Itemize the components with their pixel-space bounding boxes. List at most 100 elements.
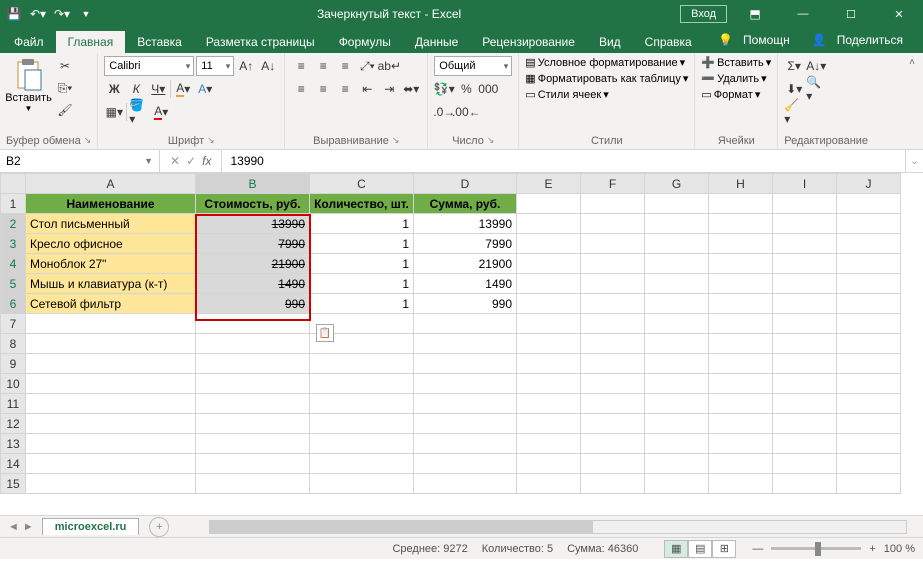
cell[interactable]: 7990 (196, 234, 310, 254)
cell[interactable] (26, 474, 196, 494)
cell[interactable] (709, 234, 773, 254)
insert-cells-button[interactable]: ➕ Вставить▾ (701, 56, 771, 69)
cell[interactable] (581, 394, 645, 414)
formula-input[interactable]: 13990 (222, 150, 905, 172)
cell[interactable] (773, 434, 837, 454)
cell[interactable] (645, 294, 709, 314)
close-button[interactable]: ✕ (879, 0, 919, 28)
cell[interactable]: 21900 (196, 254, 310, 274)
cell[interactable] (837, 274, 901, 294)
row-header[interactable]: 13 (1, 434, 26, 454)
percent-button[interactable]: % (456, 79, 476, 99)
borders-button[interactable]: ▦▾ (104, 102, 124, 122)
cell[interactable] (645, 374, 709, 394)
row-header[interactable]: 5 (1, 274, 26, 294)
decrease-font-button[interactable]: A↓ (258, 56, 278, 76)
spreadsheet-grid[interactable]: ABCDEFGHIJ1НаименованиеСтоимость, руб.Ко… (0, 173, 923, 515)
clear-button[interactable]: 🧹▾ (784, 102, 804, 122)
cell[interactable] (773, 234, 837, 254)
cell[interactable] (517, 234, 581, 254)
cell[interactable] (196, 414, 310, 434)
underline-button[interactable]: Ч▾ (148, 79, 168, 99)
tab-formulas[interactable]: Формулы (327, 31, 403, 53)
cell[interactable] (773, 194, 837, 214)
cell[interactable] (773, 394, 837, 414)
tab-layout[interactable]: Разметка страницы (194, 31, 327, 53)
cell[interactable] (645, 354, 709, 374)
cell[interactable] (196, 374, 310, 394)
bold-button[interactable]: Ж (104, 79, 124, 99)
zoom-slider[interactable] (771, 547, 861, 550)
row-header[interactable]: 8 (1, 334, 26, 354)
tab-data[interactable]: Данные (403, 31, 470, 53)
cell[interactable] (837, 374, 901, 394)
cell[interactable]: 21900 (414, 254, 517, 274)
cell[interactable] (517, 314, 581, 334)
column-header[interactable]: I (773, 174, 837, 194)
sort-filter-button[interactable]: A↓▾ (806, 56, 826, 76)
sheet-prev-icon[interactable]: ◄ (8, 521, 19, 533)
cell[interactable] (517, 354, 581, 374)
cell[interactable] (196, 434, 310, 454)
page-break-view-button[interactable]: ⊞ (712, 540, 736, 558)
minimize-button[interactable]: — (783, 0, 823, 28)
cell[interactable] (26, 454, 196, 474)
cell[interactable] (837, 414, 901, 434)
launcher-icon[interactable]: ↘ (207, 135, 215, 147)
cell[interactable] (581, 414, 645, 434)
cell[interactable]: 13990 (196, 214, 310, 234)
cell[interactable] (709, 314, 773, 334)
align-right-button[interactable]: ≡ (335, 79, 355, 99)
select-all-corner[interactable] (1, 174, 26, 194)
column-header[interactable]: G (645, 174, 709, 194)
cell[interactable] (837, 234, 901, 254)
table-header-cell[interactable]: Количество, шт. (310, 194, 414, 214)
column-header[interactable]: C (310, 174, 414, 194)
cell[interactable]: 1490 (196, 274, 310, 294)
cell[interactable] (709, 474, 773, 494)
cell[interactable] (517, 194, 581, 214)
align-left-button[interactable]: ≡ (291, 79, 311, 99)
cell[interactable] (709, 434, 773, 454)
tab-review[interactable]: Рецензирование (470, 31, 587, 53)
tab-help[interactable]: Справка (633, 31, 704, 53)
cell[interactable] (26, 394, 196, 414)
cell[interactable] (709, 294, 773, 314)
maximize-button[interactable]: ☐ (831, 0, 871, 28)
cancel-formula-icon[interactable]: ✕ (170, 154, 180, 168)
copy-button[interactable]: ⎘▾ (55, 78, 75, 98)
cell[interactable] (196, 454, 310, 474)
cell[interactable] (645, 334, 709, 354)
cell[interactable] (837, 334, 901, 354)
cell[interactable]: Кресло офисное (26, 234, 196, 254)
increase-indent-button[interactable]: ⇥ (379, 79, 399, 99)
align-bottom-button[interactable]: ≡ (335, 56, 355, 76)
sheet-next-icon[interactable]: ► (23, 521, 34, 533)
font-color2-button[interactable]: A▾ (173, 79, 193, 99)
cell[interactable] (310, 394, 414, 414)
decrease-decimal-button[interactable]: .00← (456, 102, 476, 122)
cell[interactable] (837, 214, 901, 234)
cell[interactable]: 990 (414, 294, 517, 314)
format-painter-button[interactable]: 🖌 (55, 100, 75, 120)
cell[interactable] (645, 474, 709, 494)
cell[interactable] (517, 394, 581, 414)
column-header[interactable]: E (517, 174, 581, 194)
cell[interactable] (709, 334, 773, 354)
cell[interactable] (196, 354, 310, 374)
table-header-cell[interactable]: Стоимость, руб. (196, 194, 310, 214)
cell[interactable] (414, 434, 517, 454)
cell[interactable] (581, 274, 645, 294)
cell[interactable] (645, 314, 709, 334)
row-header[interactable]: 6 (1, 294, 26, 314)
cell[interactable]: Моноблок 27" (26, 254, 196, 274)
cell[interactable] (709, 274, 773, 294)
tab-view[interactable]: Вид (587, 31, 633, 53)
cell[interactable]: Стол письменный (26, 214, 196, 234)
cell[interactable] (517, 434, 581, 454)
autosum-button[interactable]: Σ▾ (784, 56, 804, 76)
orientation-button[interactable]: ⤢▾ (357, 56, 377, 76)
font-name-combo[interactable]: Calibri (104, 56, 194, 76)
cell[interactable] (310, 414, 414, 434)
row-header[interactable]: 12 (1, 414, 26, 434)
